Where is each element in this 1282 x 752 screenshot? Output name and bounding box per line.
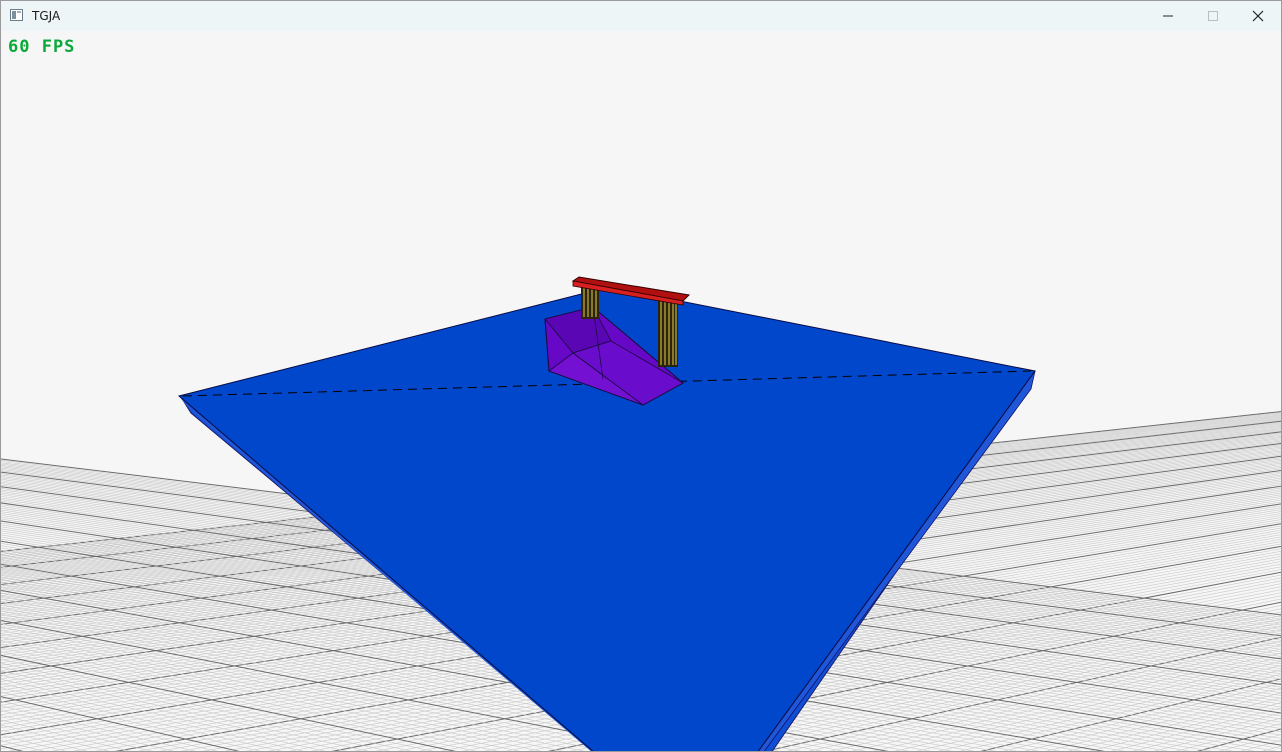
minimize-icon [1163, 15, 1173, 17]
window-title: TGJA [32, 9, 61, 23]
maximize-button[interactable] [1190, 1, 1236, 31]
3d-viewport[interactable] [1, 31, 1281, 751]
fps-counter: 60 FPS [8, 37, 76, 57]
app-window: TGJA 60 FPS [0, 0, 1282, 752]
close-icon [1252, 10, 1264, 22]
minimize-button[interactable] [1145, 1, 1191, 31]
maximize-icon [1208, 11, 1218, 21]
app-window-icon [10, 9, 23, 21]
close-button[interactable] [1235, 1, 1281, 31]
title-bar[interactable]: TGJA [1, 1, 1281, 31]
